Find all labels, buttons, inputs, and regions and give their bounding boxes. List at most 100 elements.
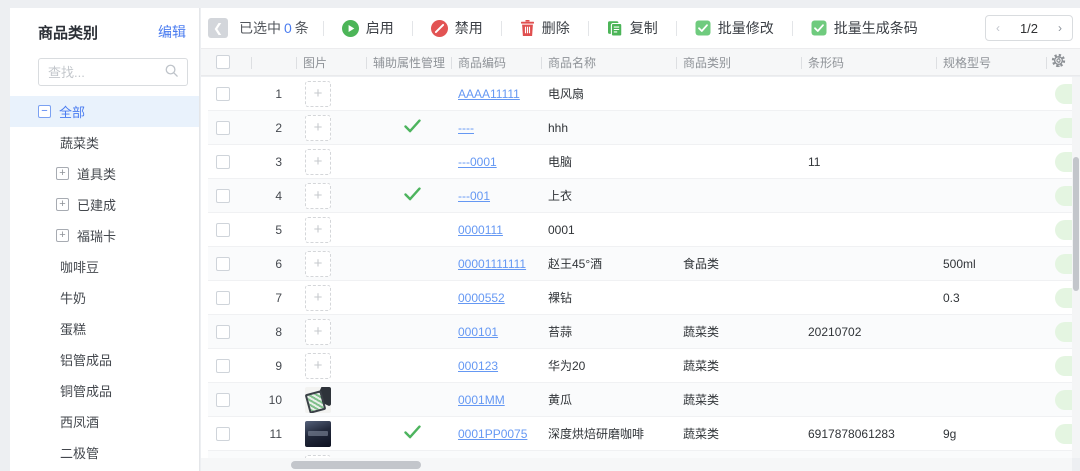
row-checkbox[interactable] [216,222,230,237]
row-checkbox[interactable] [216,120,230,135]
row-checkbox[interactable] [216,324,230,339]
row-checkbox[interactable] [216,86,230,101]
row-checkbox[interactable] [216,154,230,169]
sidebar-tree-item[interactable]: 西凤酒 [10,406,199,437]
row-checkbox[interactable] [216,256,230,271]
table-row: 8 + 000101 苔蒜 蔬菜类 20210702 [208,315,1080,349]
checkbox-icon [811,20,827,36]
prev-page-button[interactable]: ‹ [996,21,1000,35]
sidebar-tree-item[interactable]: 咖啡豆 [10,251,199,282]
collapse-sidebar-button[interactable]: ❮ [208,18,228,38]
edit-categories-link[interactable]: 编辑 [158,22,186,42]
product-image[interactable]: + [305,352,331,379]
product-name: 电脑 [548,155,573,169]
add-image-icon: + [313,254,323,272]
expander-icon[interactable]: + [56,167,69,180]
column-image: 图片 [296,49,366,75]
product-code-link[interactable]: 000123 [458,359,498,373]
category-search-box[interactable] [38,58,188,86]
product-image[interactable]: + [305,284,331,311]
product-image[interactable]: + [305,318,331,345]
sidebar-tree-item[interactable]: 蛋糕 [10,313,199,344]
enable-icon [341,19,359,37]
sidebar-title: 商品类别 [38,24,99,42]
sidebar-tree-item[interactable]: − 全部 [10,96,199,127]
product-name: 电风扇 [548,87,585,101]
sidebar-tree-item[interactable]: 牛奶 [10,282,199,313]
toolbar-divider [675,20,677,36]
batch-edit-button[interactable]: 批量修改 [691,18,778,38]
horizontal-scrollbar-track[interactable] [201,458,1072,471]
expander-icon[interactable]: + [56,198,69,211]
row-checkbox[interactable] [216,188,230,203]
sidebar-tree-item[interactable]: 铝管成品 [10,344,199,375]
add-image-icon: + [313,152,323,170]
column-name: 商品名称 [541,49,676,75]
product-image[interactable]: + [305,420,331,447]
product-spec [936,451,1046,458]
sidebar-tree-item[interactable]: + 已建成 [10,189,199,220]
enable-button[interactable]: 启用 [338,18,398,38]
product-image[interactable]: + [305,80,331,107]
row-checkbox[interactable] [216,392,230,407]
column-settings-gear-icon[interactable] [1051,53,1066,71]
product-code-link[interactable]: 0001MM [458,393,505,407]
batch-generate-barcode-button[interactable]: 批量生成条码 [807,18,922,38]
product-code-link[interactable]: 0000111 [458,223,503,237]
add-image-icon: + [313,220,323,238]
product-code-link[interactable]: ---001 [458,189,490,203]
check-icon [403,425,421,442]
product-image[interactable]: + [305,386,331,413]
sidebar-tree-item[interactable]: 铜管成品 [10,375,199,406]
product-code-link[interactable]: 0001PP0075 [458,427,527,441]
toolbar-divider [587,20,589,36]
table-row: + [208,451,1080,458]
vertical-scrollbar-track[interactable] [1072,77,1080,458]
row-checkbox[interactable] [216,290,230,305]
select-all-checkbox[interactable] [216,55,230,69]
product-name: 赵王45°酒 [548,257,603,271]
product-spec [936,213,1046,246]
product-code-link[interactable]: AAAA11111 [458,87,520,101]
next-page-button[interactable]: › [1058,21,1062,35]
product-image[interactable]: + [305,114,331,141]
sidebar-tree-item[interactable]: 二极管 [10,437,199,468]
sidebar-tree-item[interactable]: + 道具类 [10,158,199,189]
row-checkbox[interactable] [216,426,230,441]
delete-button[interactable]: 删除 [516,18,574,38]
product-name: hhh [548,120,569,135]
horizontal-scrollbar-thumb[interactable] [291,461,421,469]
expander-icon[interactable]: − [38,105,51,118]
disable-icon [430,19,448,37]
table-row: 10 + 0001MM 黄瓜 蔬菜类 [208,383,1080,417]
product-barcode [801,247,936,280]
copy-button[interactable]: 复制 [603,18,662,38]
category-search-input[interactable] [39,64,164,80]
column-barcode: 条形码 [801,49,936,75]
row-number: 10 [268,392,282,407]
product-image[interactable]: + [305,216,331,243]
row-number: 5 [275,222,282,237]
product-image[interactable]: + [305,250,331,277]
product-category [676,281,801,314]
product-image[interactable]: + [305,148,331,175]
product-code-link[interactable]: ---- [458,121,474,135]
product-code-link[interactable]: 00001111111 [458,257,526,271]
sidebar-tree-item[interactable]: + 福瑞卡 [10,220,199,251]
row-checkbox[interactable] [216,358,230,373]
sidebar-tree-item[interactable]: 蔬菜类 [10,127,199,158]
vertical-scrollbar-thumb[interactable] [1073,157,1079,291]
checkbox-icon [695,20,711,36]
product-spec [936,349,1046,382]
product-code-link[interactable]: 0000552 [458,291,505,305]
product-code-link[interactable]: ---0001 [458,155,497,169]
product-spec [936,111,1046,144]
disable-button[interactable]: 禁用 [427,18,487,38]
expander-icon[interactable]: + [56,229,69,242]
product-barcode [801,179,936,212]
tree-item-label: 蛋糕 [60,322,87,337]
tree-item-label: 已建成 [77,198,117,213]
product-category [676,77,801,110]
product-code-link[interactable]: 000101 [458,325,498,339]
product-image[interactable]: + [305,182,331,209]
